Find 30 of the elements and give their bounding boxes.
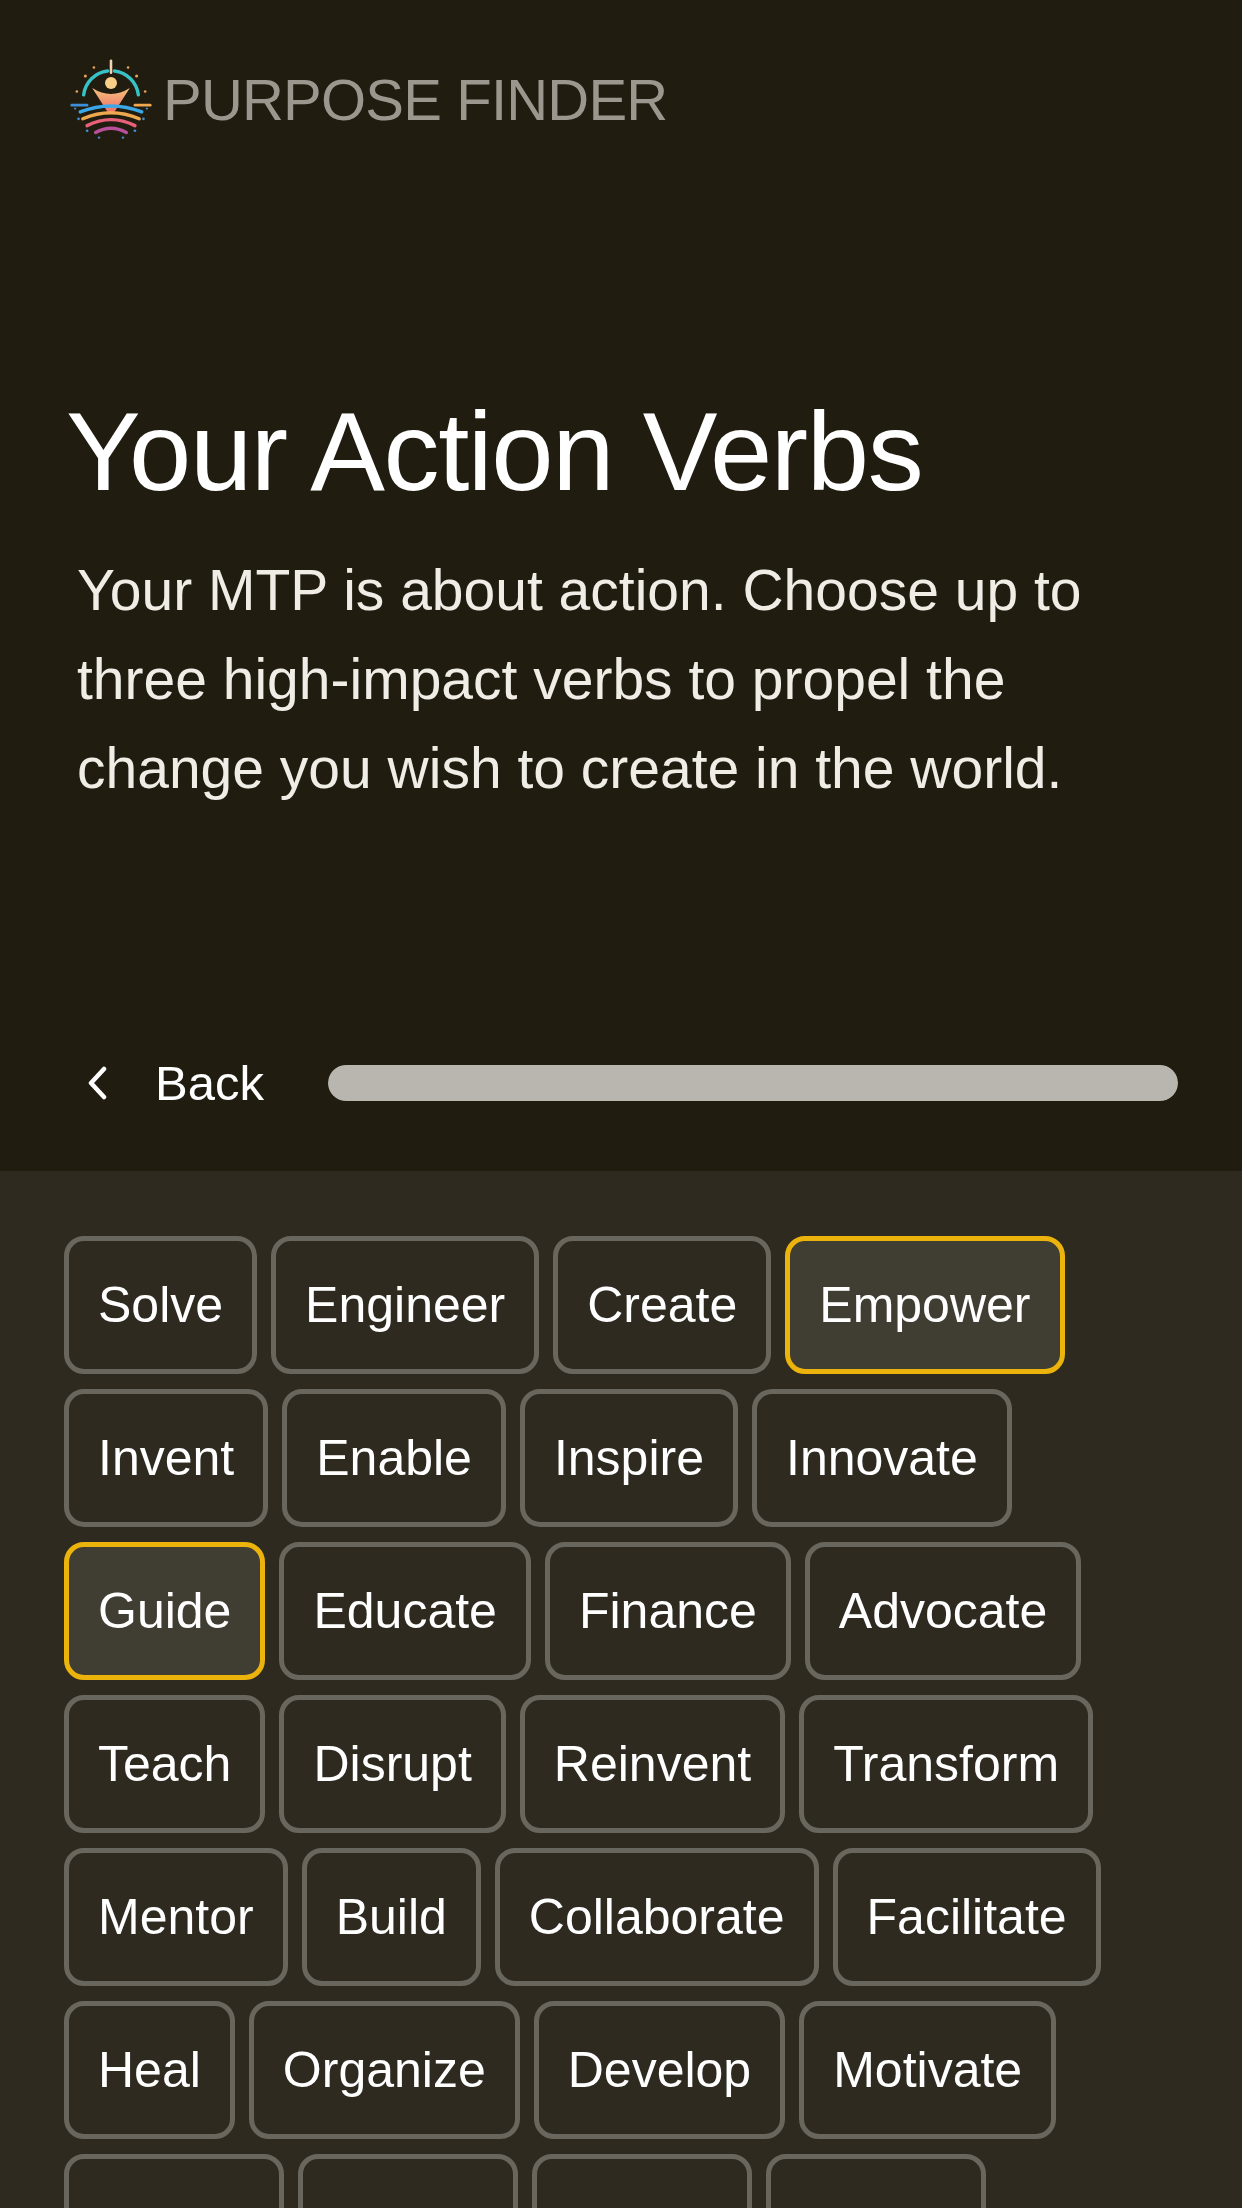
verb-chip[interactable]: Create <box>553 1236 772 1374</box>
logo-icon <box>70 59 152 141</box>
page-title: Your Action Verbs <box>66 388 924 516</box>
verb-chip[interactable]: Finance <box>544 1542 791 1680</box>
intro-text: Your MTP is about action. Choose up to three high-impact verbs to propel the change you wish to create in the world. <box>77 557 1083 802</box>
verb-chip[interactable]: Invent <box>64 1389 269 1527</box>
verb-chip[interactable]: Solve <box>64 1236 258 1374</box>
back-button[interactable]: Back <box>87 1053 264 1113</box>
verb-chip[interactable]: Motivate <box>799 2001 1057 2139</box>
verb-chip[interactable]: Develop <box>533 2001 786 2139</box>
chevron-left-icon <box>87 1066 107 1100</box>
verb-chip[interactable]: Collaborate <box>494 1848 819 1986</box>
verb-chip[interactable]: Inspire <box>519 1389 738 1527</box>
verb-chip[interactable]: Facilitate <box>832 1848 1101 1986</box>
verb-chip[interactable]: Reinvent <box>519 1695 786 1833</box>
verb-chip[interactable]: Heal <box>64 2001 235 2139</box>
verb-chip[interactable]: Advocate <box>804 1542 1082 1680</box>
verb-chip[interactable]: Teach <box>64 1695 266 1833</box>
verb-chip[interactable]: Organize <box>248 2001 520 2139</box>
verb-chip[interactable]: Build <box>301 1848 481 1986</box>
verb-chip[interactable]: Innovate <box>752 1389 1012 1527</box>
verb-chip[interactable]: Educate <box>279 1542 531 1680</box>
verb-chip[interactable]: Mentor <box>64 1848 288 1986</box>
verb-chip[interactable]: Enable <box>282 1389 506 1527</box>
verb-chip[interactable]: Guide <box>64 1542 266 1680</box>
verb-chip[interactable]: Engineer <box>271 1236 540 1374</box>
verb-chip[interactable]: Empower <box>785 1236 1065 1374</box>
brand-name: PURPOSE FINDER <box>163 71 668 129</box>
verb-chip[interactable]: Disrupt <box>279 1695 506 1833</box>
verb-chip[interactable]: Transform <box>799 1695 1094 1833</box>
